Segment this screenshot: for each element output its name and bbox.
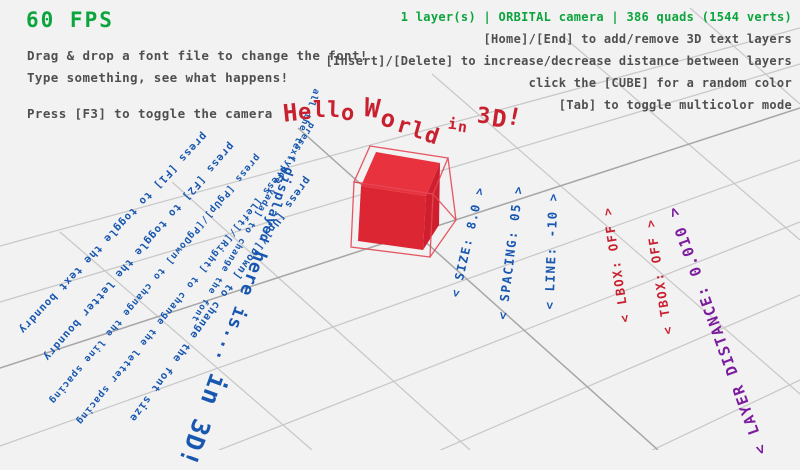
headline-hello-world: Hello World in 3D! xyxy=(283,92,523,122)
hud-help-type: Type something, see what happens! xyxy=(27,70,289,85)
hud-help-drag-drop: Drag & drop a font file to change the fo… xyxy=(27,48,368,63)
headline-letter: l xyxy=(313,98,327,123)
hud-help-camera: Press [F3] to toggle the camera xyxy=(27,106,273,121)
headline-letter: e xyxy=(298,100,314,126)
fps-counter: 60 FPS xyxy=(26,8,114,32)
hud-help-distance: [Insert]/[Delete] to increase/decrease d… xyxy=(325,54,792,68)
hud-help-layers: [Home]/[End] to add/remove 3D text layer… xyxy=(483,32,792,46)
headline-letter: o xyxy=(340,100,356,126)
cube[interactable] xyxy=(351,146,456,257)
hud-help-multicolor: [Tab] to toggle multicolor mode xyxy=(559,98,792,112)
cube-selection-wireframe xyxy=(351,146,456,257)
headline-letter: l xyxy=(327,98,342,123)
hud-help-cube-color: click the [CUBE] for a random color xyxy=(529,76,792,90)
status-bar: 1 layer(s) | ORBITAL camera | 386 quads … xyxy=(401,10,792,24)
